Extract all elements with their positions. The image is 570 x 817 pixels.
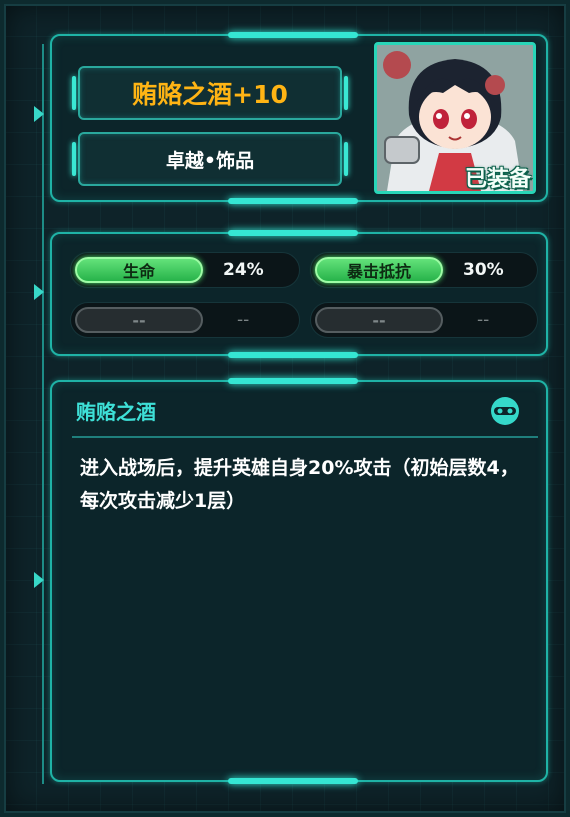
item-name-box: 贿赂之酒+10 <box>72 66 348 120</box>
stat-label-text: 生命 <box>122 262 155 281</box>
description-panel <box>50 378 548 784</box>
panel-top-tab <box>228 32 358 38</box>
description-text: 进入战场后，提升英雄自身20%攻击（初始层数4，每次攻击减少1层） <box>80 457 519 512</box>
stat-row: -- -- <box>70 302 300 338</box>
stat-label-text: -- <box>372 310 386 330</box>
side-arrow-icon <box>34 572 44 588</box>
item-name: 贿赂之酒+10 <box>132 80 288 109</box>
panel-bottom-tab <box>228 198 358 204</box>
stat-row: 生命 24% <box>70 252 300 288</box>
side-arrow-icon <box>34 284 44 300</box>
panel-bottom-tab <box>228 778 358 784</box>
panel-bottom-tab <box>228 352 358 358</box>
equipped-badge: 已装备 <box>464 167 531 192</box>
stat-value: -- <box>237 310 250 330</box>
stat-label: -- <box>75 307 203 333</box>
side-arrow-icon <box>34 106 44 122</box>
item-quality-box: 卓越•饰品 <box>72 132 348 186</box>
panel-top-tab <box>228 378 358 384</box>
stat-value: 30% <box>463 260 504 280</box>
stat-value: -- <box>477 310 490 330</box>
mask-icon <box>490 396 520 426</box>
stat-label-text: 暴击抵抗 <box>346 262 411 281</box>
panel-top-tab <box>228 230 358 236</box>
item-quality: 卓越•饰品 <box>165 149 255 172</box>
stat-label: 暴击抵抗 <box>315 257 443 283</box>
item-detail-frame: 贿赂之酒+10 卓越•饰品 已装备 生命 24% 暴击抵抗 30% -- -- … <box>0 0 570 817</box>
stat-row: -- -- <box>310 302 538 338</box>
hero-portrait[interactable]: 已装备 <box>374 42 536 194</box>
side-rail <box>42 44 44 784</box>
stat-label-text: -- <box>132 310 146 330</box>
stat-value: 24% <box>223 260 264 280</box>
stat-row: 暴击抵抗 30% <box>310 252 538 288</box>
stat-label: -- <box>315 307 443 333</box>
stat-label: 生命 <box>75 257 203 283</box>
description-title: 贿赂之酒 <box>76 400 156 424</box>
description-divider <box>72 436 538 438</box>
